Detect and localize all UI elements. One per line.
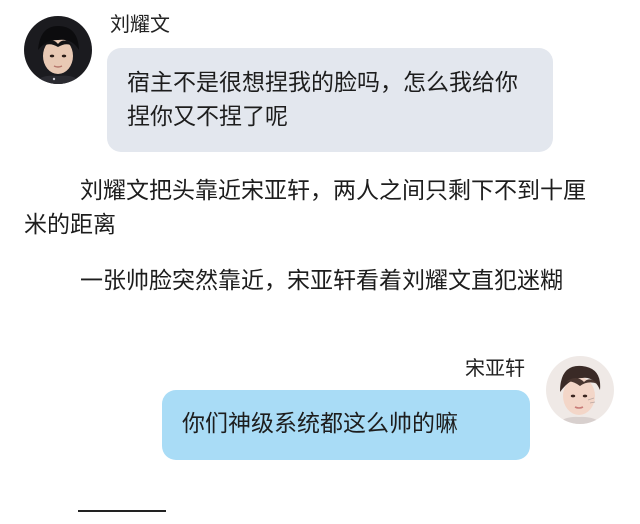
message-text: 宿主不是很想捏我的脸吗，怎么我给你捏你又不捏了呢	[127, 70, 518, 130]
boy-portrait-light-icon	[546, 356, 614, 424]
message-text: 你们神级系统都这么帅的嘛	[182, 411, 458, 437]
sender-name: 刘耀文	[110, 12, 170, 36]
sender-name: 宋亚轩	[465, 356, 525, 380]
message-bubble-received[interactable]: 宿主不是很想捏我的脸吗，怎么我给你捏你又不捏了呢	[107, 48, 553, 152]
message-bubble-sent[interactable]: 你们神级系统都这么帅的嘛	[162, 390, 530, 460]
narration-paragraph: 刘耀文把头靠近宋亚轩，两人之间只剩下不到十厘米的距离	[24, 178, 586, 238]
avatar-song-yaxuan[interactable]	[546, 356, 614, 424]
boy-portrait-dark-hair-icon	[24, 16, 92, 84]
narration-paragraph: 一张帅脸突然靠近，宋亚轩看着刘耀文直犯迷糊	[80, 268, 563, 294]
avatar-liu-yaowen[interactable]	[24, 16, 92, 84]
section-divider	[78, 510, 166, 512]
